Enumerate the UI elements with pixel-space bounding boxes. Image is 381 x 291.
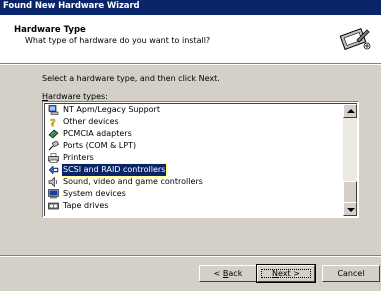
list-item[interactable]: ? Other devices xyxy=(47,116,343,129)
list-label: Hardware types: xyxy=(42,92,108,101)
scroll-up-button[interactable] xyxy=(343,104,357,118)
list-item-label: Printers xyxy=(63,153,94,162)
back-button[interactable]: < Back xyxy=(199,265,257,282)
window-title: Found New Hardware Wizard xyxy=(3,1,140,11)
system-icon xyxy=(48,189,59,199)
printer-icon xyxy=(48,153,59,163)
list-item-label: SCSI and RAID controllers xyxy=(60,163,168,177)
list-item-label: Tape drives xyxy=(63,201,109,210)
question-icon: ? xyxy=(48,117,59,129)
list-item-label: Other devices xyxy=(63,117,119,126)
list-item[interactable]: Printers xyxy=(47,152,343,164)
page-subtitle: What type of hardware do you want to ins… xyxy=(25,36,211,45)
list-item[interactable]: System devices xyxy=(47,188,343,200)
next-button[interactable]: Next > xyxy=(256,264,316,283)
pcmcia-icon xyxy=(48,129,59,139)
list-item[interactable]: Tape drives xyxy=(47,200,343,212)
tape-icon xyxy=(48,201,59,211)
list-item[interactable]: Ports (COM & LPT) xyxy=(47,140,343,152)
list-item-label: NT Apm/Legacy Support xyxy=(63,105,160,114)
speaker-icon xyxy=(48,176,59,188)
port-icon xyxy=(48,140,60,151)
page-title: Hardware Type xyxy=(14,25,86,35)
list-scrollbar[interactable] xyxy=(343,104,357,216)
header-divider xyxy=(0,63,381,65)
list-item[interactable]: NT Apm/Legacy Support xyxy=(47,104,343,116)
hardware-types-list[interactable]: NT Apm/Legacy Support? Other devices PCMCI… xyxy=(42,101,359,218)
computer-icon xyxy=(48,105,59,115)
svg-text:?: ? xyxy=(50,118,56,127)
scsi-icon xyxy=(48,165,59,175)
hardware-wizard-icon xyxy=(339,28,371,50)
list-item-label: System devices xyxy=(63,189,126,198)
scroll-down-button[interactable] xyxy=(343,202,357,216)
footer-divider xyxy=(0,255,381,257)
wizard-header: Hardware Type What type of hardware do y… xyxy=(0,15,381,63)
list-item[interactable]: PCMCIA adapters xyxy=(47,128,343,140)
list-item-label: Sound, video and game controllers xyxy=(63,177,203,186)
instruction-text: Select a hardware type, and then click N… xyxy=(42,74,220,83)
title-bar[interactable]: Found New Hardware Wizard xyxy=(0,0,381,15)
list-item-label: PCMCIA adapters xyxy=(63,129,132,138)
list-item-label: Ports (COM & LPT) xyxy=(63,141,137,150)
list-item[interactable]: Sound, video and game controllers xyxy=(47,176,343,188)
list-item[interactable]: SCSI and RAID controllers xyxy=(47,163,343,177)
cancel-button[interactable]: Cancel xyxy=(322,265,380,282)
